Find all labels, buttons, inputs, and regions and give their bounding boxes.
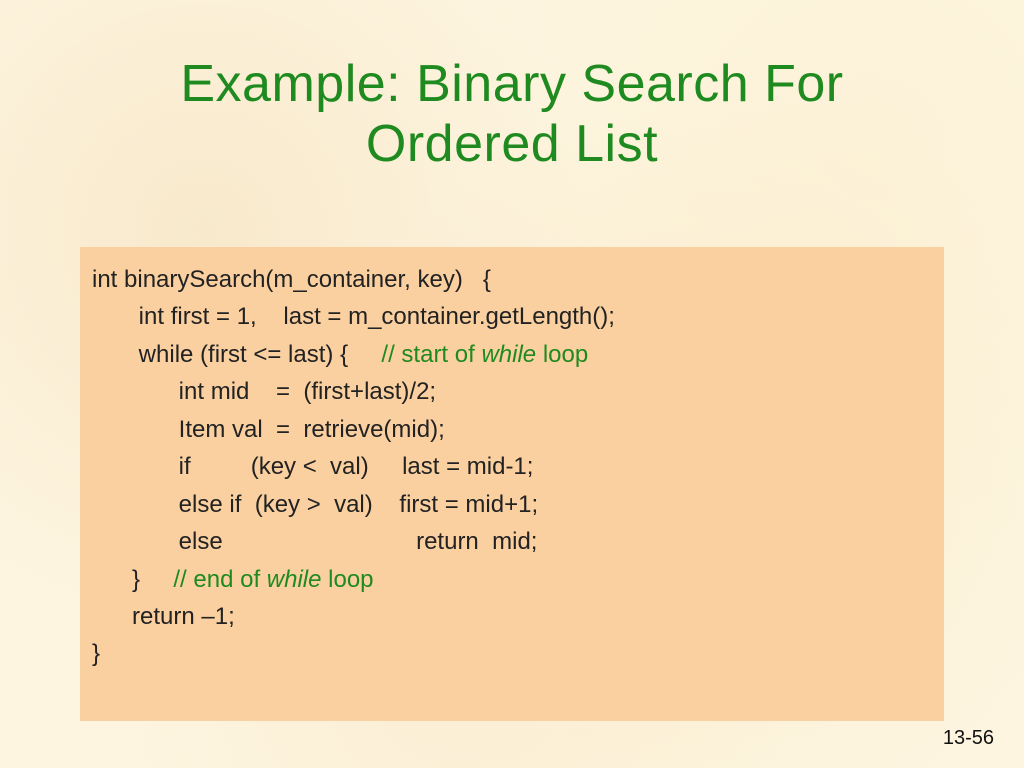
code-block: int binarySearch(m_container, key) { int… [80, 247, 944, 721]
code-comment-start: // start of while loop [381, 341, 588, 368]
code-line-11: } [92, 640, 100, 667]
comment-text-1a: // start of [381, 341, 481, 368]
code-line-1: int binarySearch(m_container, key) { [92, 266, 491, 293]
page-number: 13-56 [943, 727, 994, 750]
code-line-6: if (key < val) last = mid-1; [92, 453, 533, 480]
code-line-8: else return mid; [92, 528, 537, 555]
comment-text-2b: loop [321, 566, 373, 593]
code-line-7: else if (key > val) first = mid+1; [92, 491, 538, 518]
code-line-10: return –1; [92, 603, 235, 630]
code-line-2: int first = 1, last = m_container.getLen… [92, 303, 615, 330]
title-line-1: Example: Binary Search For [180, 55, 843, 113]
code-line-5: Item val = retrieve(mid); [92, 416, 445, 443]
comment-text-2a: // end of [173, 566, 266, 593]
slide: Example: Binary Search For Ordered List … [0, 0, 1024, 768]
code-line-4: int mid = (first+last)/2; [92, 378, 436, 405]
code-comment-end: // end of while loop [173, 566, 373, 593]
slide-title: Example: Binary Search For Ordered List [0, 0, 1024, 175]
code-line-3a: while (first <= last) { [92, 341, 381, 368]
comment-while-2: while [267, 566, 322, 593]
comment-text-1b: loop [536, 341, 588, 368]
code-line-9a: } [92, 566, 173, 593]
title-line-2: Ordered List [366, 115, 658, 173]
comment-while-1: while [481, 341, 536, 368]
